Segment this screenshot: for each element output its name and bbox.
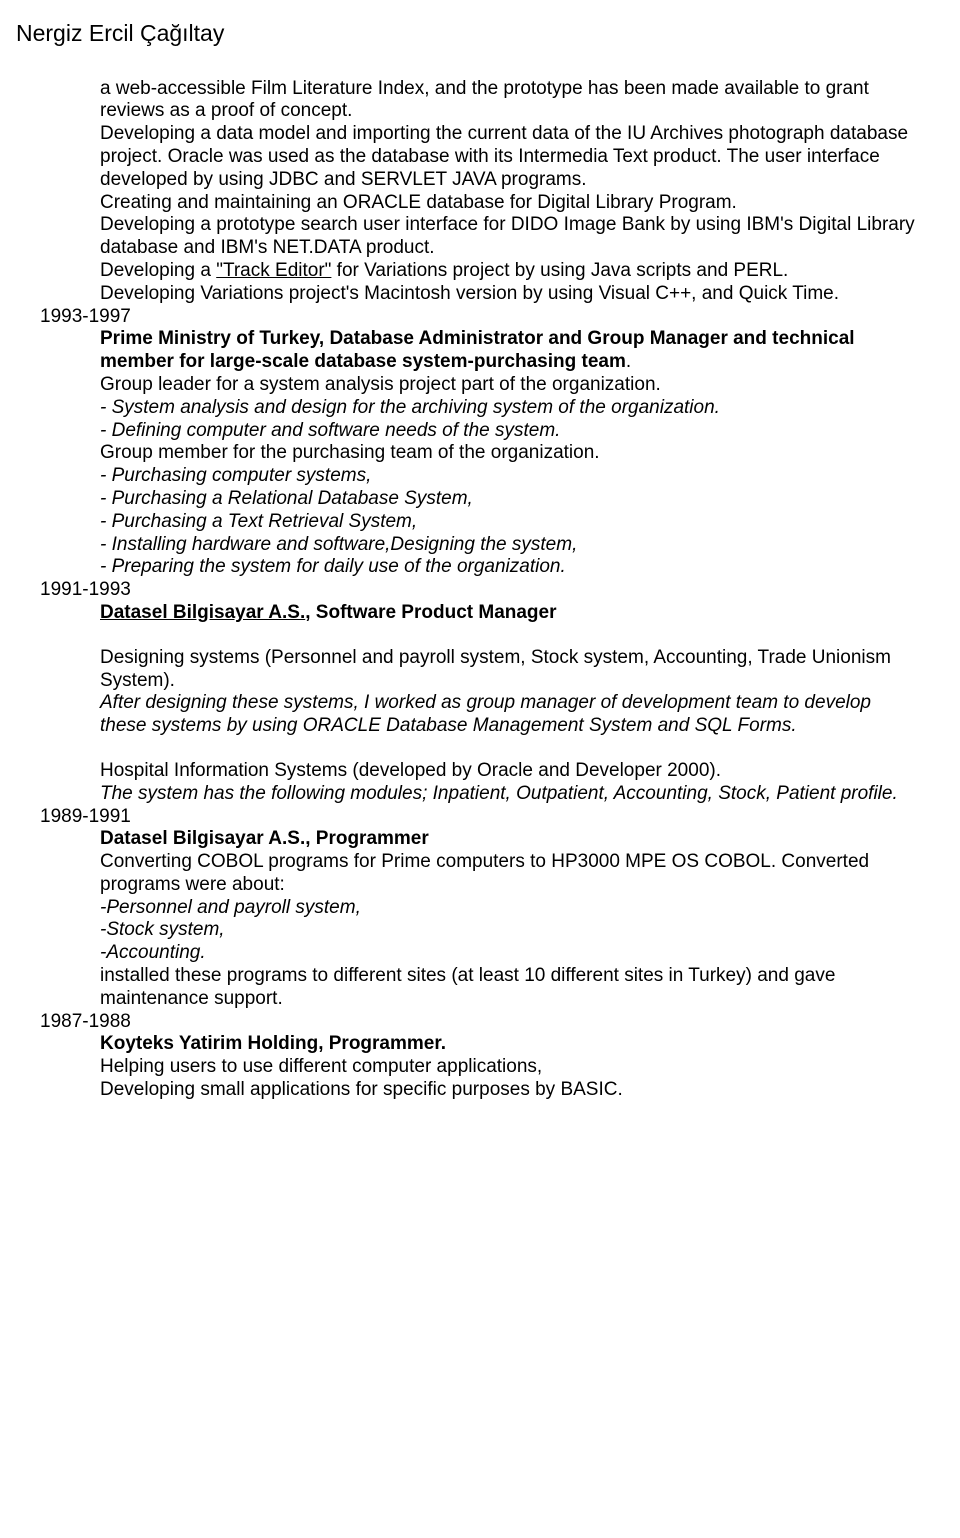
intro-paragraph-5: Developing a "Track Editor" for Variatio… bbox=[100, 260, 920, 283]
job1-line-9: - Preparing the system for daily use of … bbox=[100, 556, 920, 579]
job3-year: 1989-1991 bbox=[40, 806, 920, 829]
job2-paragraph-1: Designing systems (Personnel and payroll… bbox=[100, 647, 920, 693]
job4-year: 1987-1988 bbox=[40, 1011, 920, 1034]
job1-line-2: - System analysis and design for the arc… bbox=[100, 397, 920, 420]
datasel-link[interactable]: Datasel Bilgisayar A.S. bbox=[100, 602, 305, 623]
intro-paragraph-4: Developing a prototype search user inter… bbox=[100, 214, 920, 260]
job1-line-7: - Purchasing a Text Retrieval System, bbox=[100, 511, 920, 534]
job2-title-rest: , Software Product Manager bbox=[305, 602, 556, 623]
job3-paragraph-2: installed these programs to different si… bbox=[100, 965, 920, 1011]
intro-paragraph-3: Creating and maintaining an ORACLE datab… bbox=[100, 192, 920, 215]
job4-paragraph-2: Developing small applications for specif… bbox=[100, 1079, 920, 1102]
intro-p5-post: for Variations project by using Java scr… bbox=[331, 260, 788, 281]
job1-line-6: - Purchasing a Relational Database Syste… bbox=[100, 488, 920, 511]
job2-paragraph-2: After designing these systems, I worked … bbox=[100, 692, 920, 738]
job1-line-4: Group member for the purchasing team of … bbox=[100, 442, 920, 465]
job4-paragraph-1: Helping users to use different computer … bbox=[100, 1056, 920, 1079]
track-editor-link[interactable]: "Track Editor" bbox=[216, 260, 331, 281]
job3-line-1: -Personnel and payroll system, bbox=[100, 897, 920, 920]
job3-title: Datasel Bilgisayar A.S., Programmer bbox=[100, 828, 920, 851]
job2-paragraph-4: The system has the following modules; In… bbox=[100, 783, 920, 806]
intro-paragraph-6: Developing Variations project's Macintos… bbox=[100, 283, 920, 306]
job3-line-3: -Accounting. bbox=[100, 942, 920, 965]
job1-line-3: - Defining computer and software needs o… bbox=[100, 420, 920, 443]
job1-line-8: - Installing hardware and software,Desig… bbox=[100, 534, 920, 557]
job1-line-1: Group leader for a system analysis proje… bbox=[100, 374, 920, 397]
intro-paragraph-1: a web-accessible Film Literature Index, … bbox=[100, 78, 920, 124]
document-content: a web-accessible Film Literature Index, … bbox=[100, 78, 920, 1102]
job1-title-bold: Prime Ministry of Turkey, Database Admin… bbox=[100, 328, 855, 372]
intro-paragraph-2: Developing a data model and importing th… bbox=[100, 123, 920, 191]
job4-title: Koyteks Yatirim Holding, Programmer. bbox=[100, 1033, 920, 1056]
job1-title: Prime Ministry of Turkey, Database Admin… bbox=[100, 328, 920, 374]
job1-year: 1993-1997 bbox=[40, 306, 920, 329]
page-header-name: Nergiz Ercil Çağıltay bbox=[16, 20, 920, 48]
job2-year: 1991-1993 bbox=[40, 579, 920, 602]
intro-p5-pre: Developing a bbox=[100, 260, 216, 281]
job2-paragraph-3: Hospital Information Systems (developed … bbox=[100, 760, 920, 783]
job1-line-5: - Purchasing computer systems, bbox=[100, 465, 920, 488]
job3-paragraph-1: Converting COBOL programs for Prime comp… bbox=[100, 851, 920, 897]
job1-title-end: . bbox=[626, 351, 631, 372]
job2-title: Datasel Bilgisayar A.S., Software Produc… bbox=[100, 602, 920, 625]
job3-line-2: -Stock system, bbox=[100, 919, 920, 942]
